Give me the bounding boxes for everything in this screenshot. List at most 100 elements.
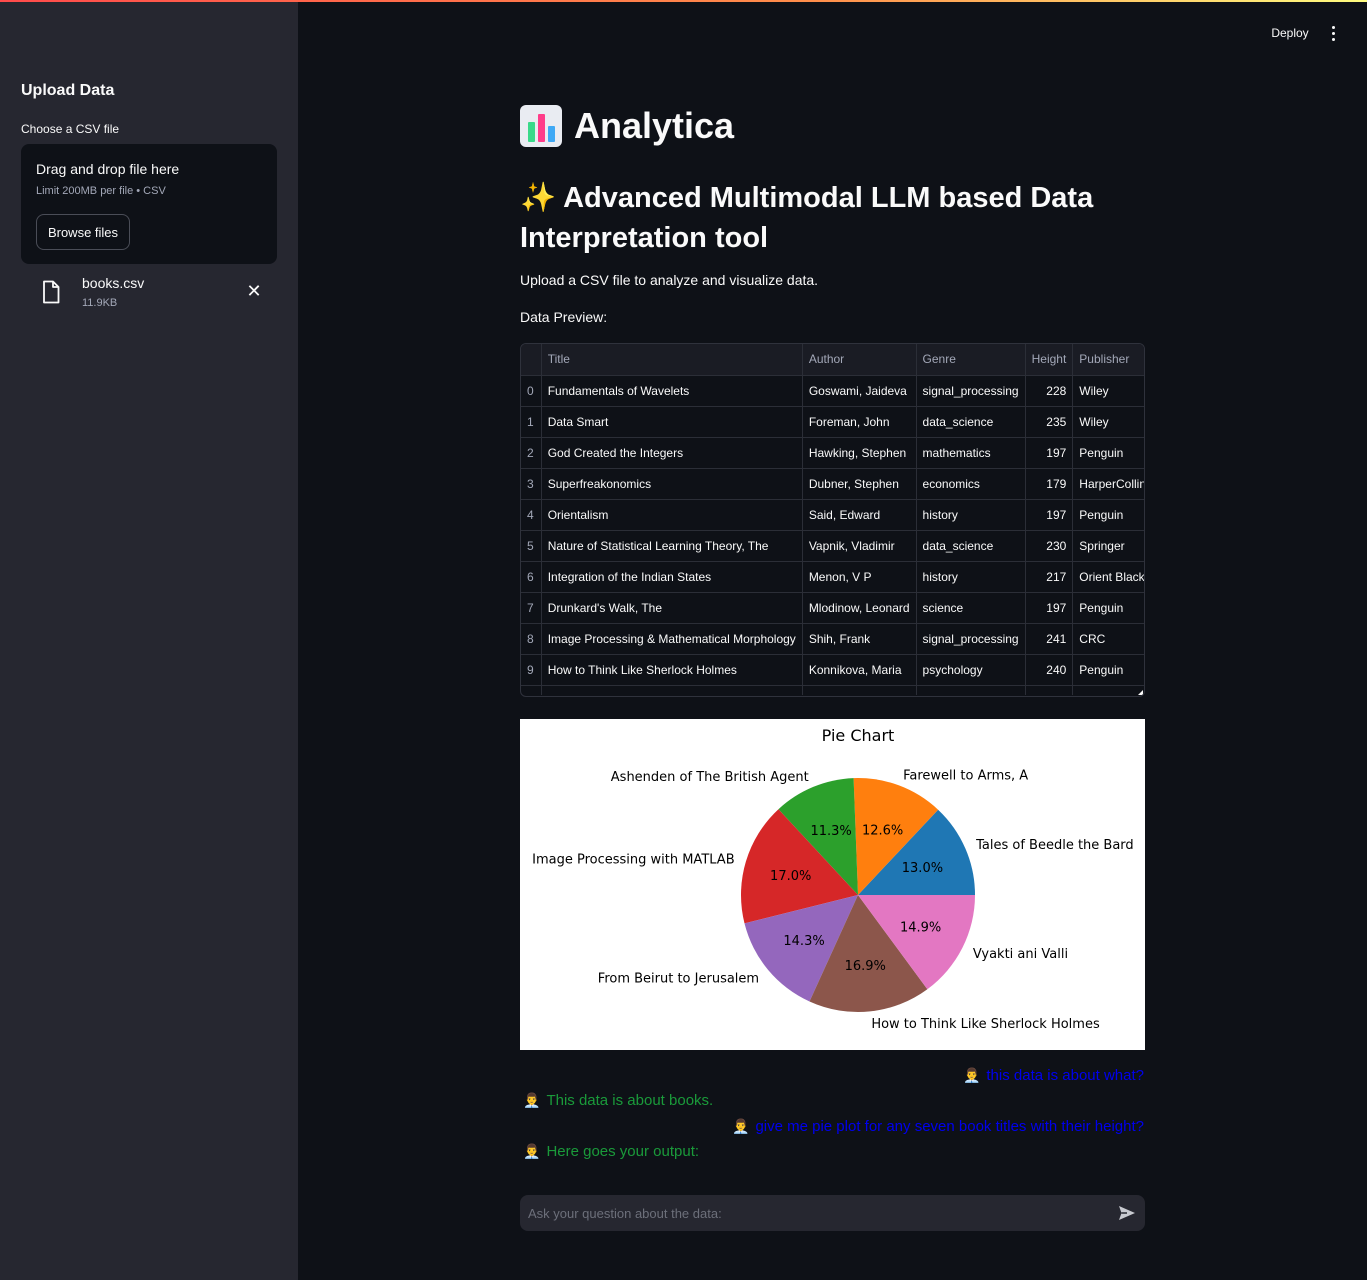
table-cell[interactable]: Penguin — [1072, 437, 1144, 469]
table-cell — [1072, 685, 1144, 695]
table-cell[interactable]: Konnikova, Maria — [802, 654, 917, 686]
send-icon[interactable] — [1117, 1203, 1137, 1223]
table-row-partial — [521, 685, 1144, 695]
data-preview-table[interactable]: Title Author Genre Height Publisher 0 Fun… — [520, 343, 1145, 697]
table-cell[interactable]: signal_processing — [916, 623, 1026, 655]
table-cell[interactable]: Image Processing & Mathematical Morpholo… — [541, 623, 803, 655]
table-cell[interactable]: Springer — [1072, 530, 1144, 562]
remove-file-icon[interactable]: ✕ — [245, 282, 263, 300]
message-text: This data is about books. — [546, 1092, 714, 1109]
table-cell[interactable]: Shih, Frank — [802, 623, 917, 655]
table-cell[interactable]: Dubner, Stephen — [802, 468, 917, 500]
table-cell[interactable]: signal_processing — [916, 375, 1026, 407]
column-header[interactable] — [521, 344, 542, 376]
row-index-cell[interactable]: 6 — [521, 561, 542, 593]
column-header[interactable]: Author — [802, 344, 917, 376]
table-cell[interactable]: Foreman, John — [802, 406, 917, 438]
table-cell[interactable]: Superfreakonomics — [541, 468, 803, 500]
table-cell[interactable]: 197 — [1025, 499, 1074, 531]
file-size: 11.9KB — [82, 297, 118, 309]
table-cell[interactable]: HarperCollins — [1072, 468, 1144, 500]
table-row[interactable]: 0 Fundamentals of Wavelets Goswami, Jaidev… — [521, 375, 1144, 407]
dropzone-limit: Limit 200MB per file • CSV — [36, 185, 166, 197]
table-cell[interactable]: Penguin — [1072, 499, 1144, 531]
table-cell[interactable]: Vapnik, Vladimir — [802, 530, 917, 562]
table-cell[interactable]: Goswami, Jaideva — [802, 375, 917, 407]
table-cell[interactable]: 230 — [1025, 530, 1074, 562]
table-cell[interactable]: 240 — [1025, 654, 1074, 686]
table-cell[interactable]: Said, Edward — [802, 499, 917, 531]
pie-percent-label: 17.0% — [770, 869, 811, 884]
column-header[interactable]: Title — [541, 344, 803, 376]
table-cell[interactable]: God Created the Integers — [541, 437, 803, 469]
table-cell[interactable]: CRC — [1072, 623, 1144, 655]
chat-input[interactable] — [520, 1195, 1100, 1231]
row-index-cell[interactable]: 7 — [521, 592, 542, 624]
table-cell[interactable]: data_science — [916, 530, 1026, 562]
table-cell[interactable]: Nature of Statistical Learning Theory, T… — [541, 530, 803, 562]
table-cell[interactable]: science — [916, 592, 1026, 624]
table-cell[interactable]: mathematics — [916, 437, 1026, 469]
table-cell[interactable]: Data Smart — [541, 406, 803, 438]
table-cell[interactable]: Menon, V P — [802, 561, 917, 593]
table-row[interactable]: 5 Nature of Statistical Learning Theory, … — [521, 530, 1144, 562]
row-index-cell[interactable]: 2 — [521, 437, 542, 469]
table-resize-handle[interactable] — [1138, 690, 1143, 695]
table-cell[interactable]: history — [916, 499, 1026, 531]
table-row[interactable]: 3 Superfreakonomics Dubner, Stephen economi… — [521, 468, 1144, 500]
table-cell[interactable]: Hawking, Stephen — [802, 437, 917, 469]
table-cell[interactable]: Penguin — [1072, 592, 1144, 624]
table-cell[interactable]: 241 — [1025, 623, 1074, 655]
page-subtitle: ✨ Advanced Multimodal LLM based Data Int… — [520, 178, 1140, 258]
row-index-cell[interactable]: 5 — [521, 530, 542, 562]
kebab-menu-icon[interactable] — [1323, 22, 1343, 44]
deploy-button[interactable]: Deploy — [1262, 22, 1318, 44]
table-cell[interactable]: Penguin — [1072, 654, 1144, 686]
message-text: this data is about what? — [986, 1067, 1144, 1084]
table-cell[interactable]: data_science — [916, 406, 1026, 438]
file-dropzone[interactable]: Drag and drop file here Limit 200MB per … — [21, 144, 277, 264]
table-row[interactable]: 8 Image Processing & Mathematical Morphol… — [521, 623, 1144, 655]
table-cell[interactable]: Mlodinow, Leonard — [802, 592, 917, 624]
table-row[interactable]: 6 Integration of the Indian States Menon, … — [521, 561, 1144, 593]
user-message: 👨‍💼 this data is about what? — [963, 1067, 1144, 1084]
table-cell[interactable]: Integration of the Indian States — [541, 561, 803, 593]
table-cell[interactable]: How to Think Like Sherlock Holmes — [541, 654, 803, 686]
sidebar-title: Upload Data — [21, 82, 115, 99]
table-cell[interactable]: psychology — [916, 654, 1026, 686]
intro-text: Upload a CSV file to analyze and visuali… — [520, 272, 819, 288]
table-row[interactable]: 4 Orientalism Said, Edward history 197 Pengui… — [521, 499, 1144, 531]
table-cell[interactable]: economics — [916, 468, 1026, 500]
table-row[interactable]: 2 God Created the Integers Hawking, Stephe… — [521, 437, 1144, 469]
row-index-cell[interactable]: 1 — [521, 406, 542, 438]
table-row[interactable]: 1 Data Smart Foreman, John data_science 235 W… — [521, 406, 1144, 438]
column-header[interactable]: Height — [1025, 344, 1074, 376]
table-cell[interactable]: 197 — [1025, 592, 1074, 624]
row-index-cell[interactable]: 4 — [521, 499, 542, 531]
table-cell[interactable]: Orientalism — [541, 499, 803, 531]
column-header[interactable]: Genre — [916, 344, 1026, 376]
table-cell[interactable]: Fundamentals of Wavelets — [541, 375, 803, 407]
table-cell[interactable]: Drunkard's Walk, The — [541, 592, 803, 624]
table-row[interactable]: 9 How to Think Like Sherlock Holmes Konnik… — [521, 654, 1144, 686]
table-cell — [521, 685, 542, 695]
table-cell[interactable]: Orient Blackswan — [1072, 561, 1144, 593]
table-cell[interactable]: Wiley — [1072, 406, 1144, 438]
table-cell — [916, 685, 1026, 695]
column-header[interactable]: Publisher — [1072, 344, 1144, 376]
browse-files-button[interactable]: Browse files — [36, 214, 130, 250]
table-cell[interactable]: Wiley — [1072, 375, 1144, 407]
table-cell[interactable]: 228 — [1025, 375, 1074, 407]
pie-slice-label: How to Think Like Sherlock Holmes — [871, 1017, 1100, 1032]
table-cell[interactable]: 197 — [1025, 437, 1074, 469]
table-cell[interactable]: 217 — [1025, 561, 1074, 593]
page-subtitle-text: Advanced Multimodal LLM based Data Inter… — [520, 182, 1094, 254]
row-index-cell[interactable]: 0 — [521, 375, 542, 407]
row-index-cell[interactable]: 8 — [521, 623, 542, 655]
row-index-cell[interactable]: 3 — [521, 468, 542, 500]
table-cell[interactable]: 179 — [1025, 468, 1074, 500]
table-row[interactable]: 7 Drunkard's Walk, The Mlodinow, Leonard sc… — [521, 592, 1144, 624]
table-cell[interactable]: 235 — [1025, 406, 1074, 438]
table-cell[interactable]: history — [916, 561, 1026, 593]
row-index-cell[interactable]: 9 — [521, 654, 542, 686]
